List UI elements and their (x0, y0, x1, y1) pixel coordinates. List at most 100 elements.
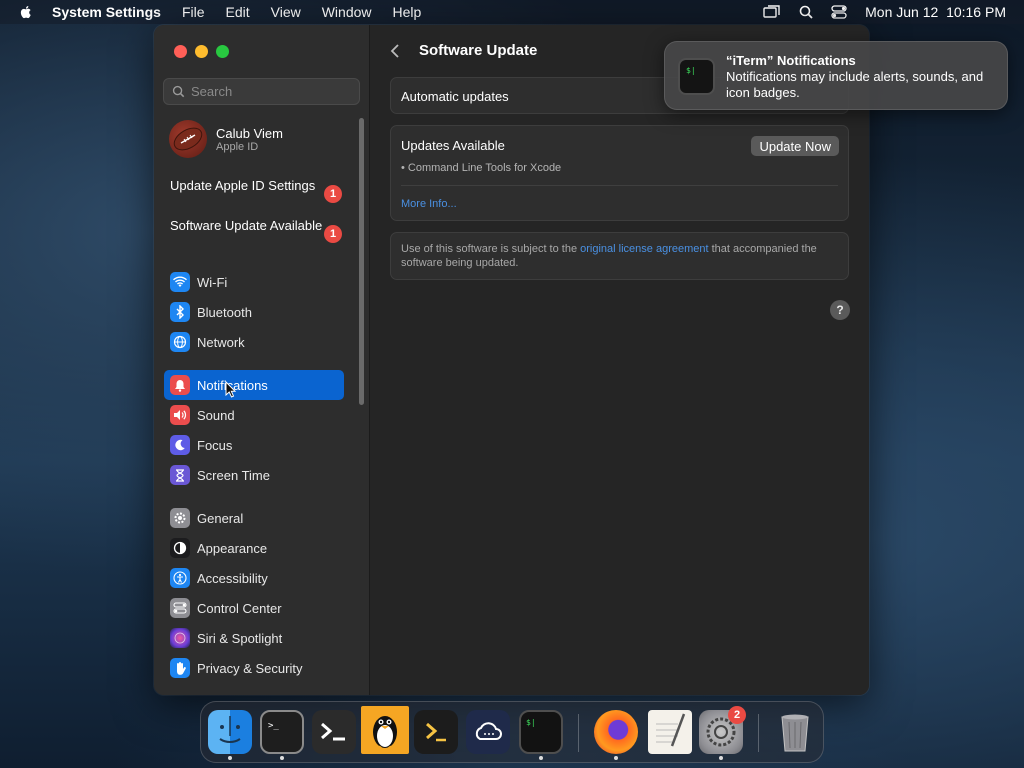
control-center-menu-icon[interactable] (831, 5, 847, 19)
terminal-icon[interactable]: >_ (260, 710, 304, 754)
sidebar-item-label: Focus (197, 437, 233, 453)
sidebar-item-sound[interactable]: Sound (164, 400, 344, 430)
sidebar-item-accessibility[interactable]: Accessibility (164, 563, 344, 593)
divider (401, 185, 838, 186)
moon-icon (170, 435, 190, 455)
sidebar-item-focus[interactable]: Focus (164, 430, 344, 460)
sidebar-item-label: Siri & Spotlight (197, 630, 283, 646)
svg-text:>_: >_ (268, 721, 279, 731)
notification-body: Notifications may include alerts, sounds… (726, 69, 984, 100)
sidebar-item-label: Sound (197, 407, 235, 423)
appearance-icon (170, 538, 190, 558)
menu-file[interactable]: File (182, 4, 205, 20)
menu-window[interactable]: Window (322, 4, 372, 20)
sidebar-item-label: Control Center (197, 600, 282, 616)
system-settings-window: Search Calub Viem Apple ID Update Apple … (154, 25, 869, 695)
network-icon (170, 332, 190, 352)
iterm-notification-banner[interactable]: $| “iTerm” Notifications Notifications m… (664, 41, 1008, 110)
sidebar-item-label: Appearance (197, 540, 268, 556)
firefox-icon[interactable] (594, 710, 638, 754)
menu-view[interactable]: View (271, 4, 301, 20)
search-input[interactable]: Search (163, 78, 360, 105)
automatic-updates-label: Automatic updates (401, 89, 509, 104)
spotlight-search-icon[interactable] (799, 5, 813, 19)
menu-edit[interactable]: Edit (226, 4, 250, 20)
finder-icon[interactable] (208, 710, 252, 754)
zoom-button[interactable] (216, 45, 229, 58)
sidebar-alert-software-update[interactable]: Software Update Available 1 (170, 218, 342, 243)
license-agreement-link[interactable]: original license agreement (580, 243, 708, 255)
sidebar-alert-apple-id[interactable]: Update Apple ID Settings 1 (170, 178, 342, 203)
trash-icon[interactable] (773, 710, 817, 754)
alert-badge: 1 (324, 185, 342, 203)
sidebar-item-siri-spotlight[interactable]: Siri & Spotlight (164, 623, 344, 653)
menu-bar: System Settings File Edit View Window He… (0, 0, 1024, 24)
account-row[interactable]: Calub Viem Apple ID (169, 120, 283, 158)
account-name: Calub Viem (216, 125, 283, 141)
sidebar-item-privacy-security[interactable]: Privacy & Security (164, 653, 344, 683)
dock-separator (578, 714, 579, 752)
svg-text:$|: $| (686, 66, 696, 75)
iterm-app-icon: $| (678, 58, 715, 95)
textedit-icon[interactable] (648, 710, 692, 754)
more-info-link[interactable]: More Info... (401, 198, 457, 210)
search-icon (172, 85, 185, 98)
sidebar-alert-label: Software Update Available (170, 218, 323, 233)
notification-badge: 2 (728, 706, 746, 724)
notification-title: “iTerm” Notifications (726, 53, 856, 68)
menu-help[interactable]: Help (393, 4, 422, 20)
updates-available-card: Updates Available Update Now • Command L… (390, 125, 849, 221)
sidebar-item-appearance[interactable]: Appearance (164, 533, 344, 563)
dock: >_ $| 2 (200, 701, 824, 763)
sidebar-item-label: Wi-Fi (197, 274, 228, 290)
page-title: Software Update (419, 42, 538, 59)
sidebar-item-general[interactable]: General (164, 503, 344, 533)
sidebar-item-notifications[interactable]: Notifications (164, 370, 344, 400)
account-subtitle: Apple ID (216, 140, 259, 153)
window-controls (174, 45, 229, 58)
sidebar-item-network[interactable]: Network (164, 327, 344, 357)
sidebar-item-control-center[interactable]: Control Center (164, 593, 344, 623)
control-center-icon (170, 598, 190, 618)
update-now-button[interactable]: Update Now (751, 136, 839, 156)
gear-icon (170, 508, 190, 528)
sidebar-item-label: Screen Time (197, 467, 270, 483)
dock-separator (758, 714, 759, 752)
running-indicator (719, 756, 723, 760)
menu-app-name[interactable]: System Settings (52, 4, 161, 20)
tux-icon[interactable] (361, 706, 409, 754)
minimize-button[interactable] (195, 45, 208, 58)
iterm2-icon[interactable]: $| (519, 710, 563, 754)
iterm-icon[interactable] (312, 710, 356, 754)
shell-icon[interactable] (414, 710, 458, 754)
bell-icon (170, 375, 190, 395)
sidebar-item-bluetooth[interactable]: Bluetooth (164, 297, 344, 327)
sidebar-item-label: Bluetooth (197, 304, 252, 320)
siri-icon (170, 628, 190, 648)
sidebar: Search Calub Viem Apple ID Update Apple … (154, 25, 370, 695)
sidebar-item-wifi[interactable]: Wi-Fi (164, 267, 344, 297)
screen-mirroring-icon[interactable] (763, 5, 781, 19)
bluetooth-icon (170, 302, 190, 322)
sidebar-scrollbar[interactable] (359, 118, 364, 405)
accessibility-icon (170, 568, 190, 588)
sidebar-alert-label: Update Apple ID Settings (170, 178, 316, 193)
update-item: • Command Line Tools for Xcode (401, 162, 562, 174)
back-chevron-icon[interactable] (390, 43, 400, 59)
wifi-icon (170, 272, 190, 292)
sidebar-item-label: Accessibility (197, 570, 268, 586)
running-indicator (539, 756, 543, 760)
cloud-icon[interactable] (466, 710, 510, 754)
mouse-cursor-icon (225, 381, 237, 398)
speaker-icon (170, 405, 190, 425)
close-button[interactable] (174, 45, 187, 58)
license-card: Use of this software is subject to the o… (390, 232, 849, 280)
apple-menu-icon[interactable] (18, 4, 34, 20)
running-indicator (280, 756, 284, 760)
sidebar-item-screen-time[interactable]: Screen Time (164, 460, 344, 490)
sidebar-item-label: Privacy & Security (197, 660, 303, 676)
svg-text:$|: $| (526, 718, 536, 727)
help-button[interactable]: ? (830, 300, 850, 320)
menu-clock[interactable]: Mon Jun 12 10:16 PM (865, 4, 1006, 20)
hourglass-icon (170, 465, 190, 485)
